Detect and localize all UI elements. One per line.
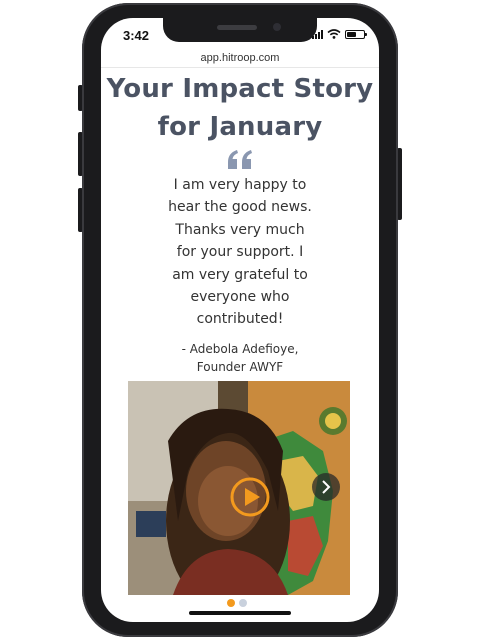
notch (163, 18, 317, 42)
attribution-name: - Adebola Adefioye, (181, 342, 299, 356)
quote-line: I am very happy to (173, 177, 307, 193)
video-player[interactable] (128, 381, 350, 595)
wifi-icon (327, 29, 341, 39)
page-title: Your Impact Story for January (101, 70, 379, 146)
carousel-dot-active[interactable] (227, 599, 235, 607)
page-title-line-2: for January (157, 112, 323, 142)
quote-line: for your support. I (176, 244, 304, 261)
address-bar[interactable]: app.hitroop.com (101, 48, 379, 68)
carousel-indicators (227, 599, 247, 607)
quote-marks-icon (228, 150, 252, 169)
testimonial-quote: I am very happy to hear the good news. T… (151, 174, 329, 331)
quote-line: contributed! (196, 311, 284, 328)
carousel-dot[interactable] (239, 599, 247, 607)
quote-attribution: - Adebola Adefioye, Founder AWYF (141, 340, 339, 376)
status-icons (312, 29, 367, 39)
home-indicator[interactable] (189, 611, 291, 615)
quote-line: everyone who (190, 289, 290, 306)
next-slide-button[interactable] (312, 473, 340, 501)
chevron-right-icon (322, 480, 331, 494)
play-icon[interactable] (229, 476, 271, 518)
cellular-signal-icon (312, 29, 323, 39)
camera-icon (273, 23, 281, 31)
quote-line: hear the good news. (168, 199, 312, 216)
status-time: 3:42 (123, 28, 150, 43)
page-title-line-1: Your Impact Story (106, 74, 374, 104)
battery-icon (345, 29, 367, 39)
phone-screen: 3:42 app.hitroop.com Your Impact Story f… (101, 18, 379, 622)
attribution-role: Founder AWYF (196, 360, 284, 374)
quote-line: Thanks very much (175, 221, 305, 238)
speaker-grille (217, 25, 257, 30)
quote-line: am very grateful to (172, 266, 308, 283)
